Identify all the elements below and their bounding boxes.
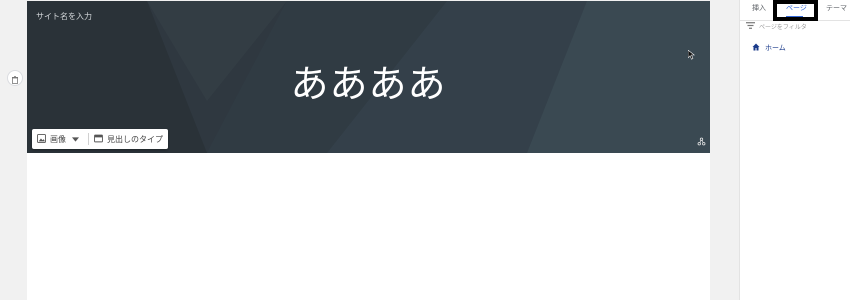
attribution-icon[interactable]	[697, 131, 706, 150]
highlight-box	[773, 0, 818, 21]
header-toolbar: 画像 見出しのタイプ	[32, 129, 168, 149]
image-button-label: 画像	[50, 134, 66, 144]
image-icon	[37, 133, 50, 145]
page-canvas: サイト名を入力 ああああ 画像 見出しのタイプ	[27, 1, 710, 300]
filter-icon	[746, 22, 759, 31]
tab-insert[interactable]: 挿入	[752, 3, 766, 13]
page-list-item-home[interactable]: ホーム	[752, 43, 786, 53]
tab-themes[interactable]: テーマ	[826, 3, 847, 13]
image-button[interactable]: 画像	[32, 129, 88, 149]
header-banner[interactable]: サイト名を入力 ああああ 画像 見出しのタイプ	[27, 1, 710, 153]
home-icon	[752, 43, 765, 53]
page-title[interactable]: ああああ	[27, 53, 710, 108]
mouse-cursor-icon	[687, 45, 696, 64]
caret-down-icon	[72, 135, 83, 144]
editor-gutter	[710, 0, 739, 300]
delete-section-button[interactable]	[7, 70, 23, 86]
side-panel: 挿入 ページ テーマ ページをフィルタ ホーム	[739, 0, 850, 300]
filter-placeholder: ページをフィルタ	[759, 24, 807, 31]
left-gutter	[0, 0, 27, 300]
panel-tabs: 挿入 ページ テーマ	[740, 0, 850, 21]
trash-icon	[11, 69, 19, 88]
heading-type-icon	[94, 134, 107, 145]
heading-type-button[interactable]: 見出しのタイプ	[89, 129, 168, 149]
page-item-label: ホーム	[765, 44, 786, 52]
page-filter[interactable]: ページをフィルタ	[746, 22, 807, 31]
heading-type-label: 見出しのタイプ	[107, 134, 163, 144]
site-name-input[interactable]: サイト名を入力	[36, 11, 92, 22]
